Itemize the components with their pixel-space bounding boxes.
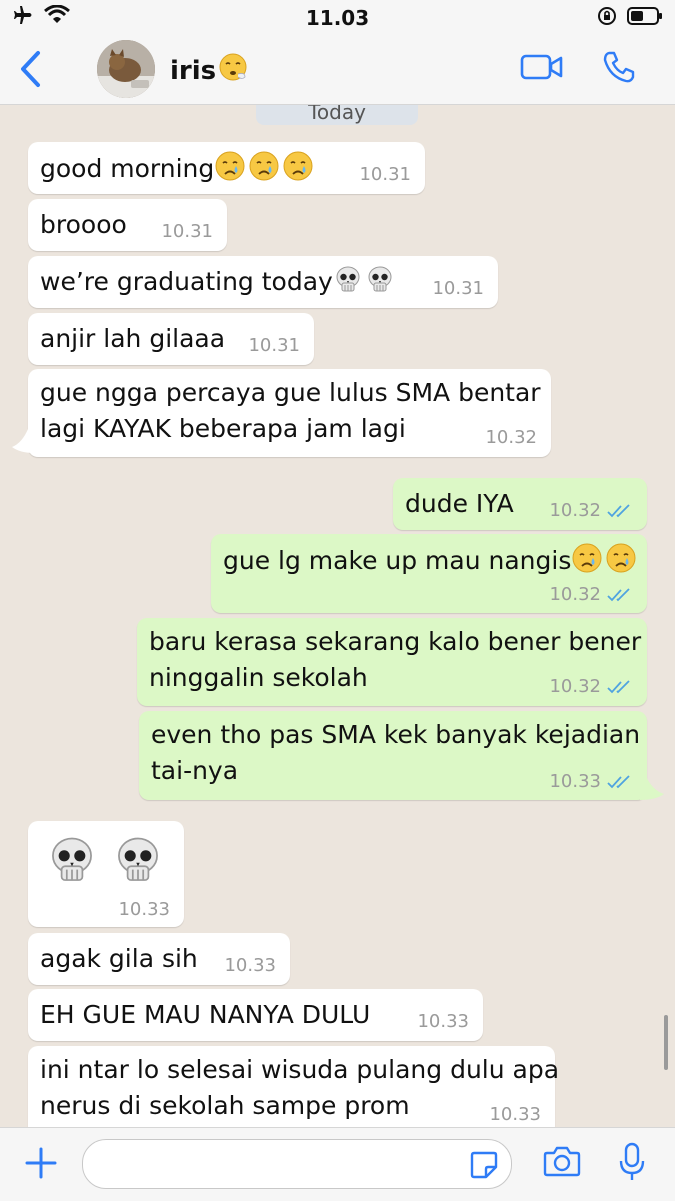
camera-icon[interactable]	[543, 1144, 581, 1182]
status-right	[597, 6, 663, 30]
message-text: we’re graduating today	[40, 267, 333, 296]
contact-name[interactable]: iris	[170, 52, 248, 89]
skull-emoji-icon	[333, 265, 363, 305]
message-time: 10.32	[549, 500, 601, 521]
read-receipt-icon	[607, 774, 633, 794]
message-incoming[interactable]: broooo 10.31	[28, 199, 227, 251]
read-receipt-icon	[607, 587, 633, 607]
message-incoming[interactable]: good morning 10.31	[28, 142, 425, 194]
message-incoming[interactable]: we’re graduating today 10.31	[28, 256, 498, 308]
message-time: 10.33	[224, 955, 276, 976]
message-time: 10.31	[248, 335, 300, 356]
message-incoming[interactable]: anjir lah gilaaa 10.31	[28, 313, 314, 365]
crying-face-emoji-icon	[214, 150, 246, 192]
avatar[interactable]	[97, 40, 155, 98]
status-bar: 11.03	[0, 0, 675, 34]
skull-emoji-icon	[365, 265, 395, 305]
sticker-icon[interactable]	[469, 1150, 499, 1184]
message-time: 10.33	[118, 899, 170, 920]
back-chevron-icon[interactable]	[18, 50, 42, 92]
message-outgoing[interactable]: even tho pas SMA kek banyak kejadian tai…	[139, 711, 647, 800]
message-outgoing[interactable]: gue lg make up mau nangis 10.32	[211, 534, 647, 613]
microphone-icon[interactable]	[618, 1142, 646, 1186]
message-time: 10.32	[549, 584, 601, 605]
composer-bar	[0, 1127, 675, 1201]
message-text: gue lg make up mau nangis	[223, 546, 572, 575]
face-with-steam-emoji-icon	[218, 52, 248, 89]
message-incoming[interactable]: ini ntar lo selesai wisuda pulang dulu a…	[28, 1046, 559, 1127]
message-text: anjir lah gilaaa	[40, 324, 226, 353]
message-text-line: tai-nya	[151, 756, 239, 785]
video-call-icon[interactable]	[520, 52, 564, 86]
message-text: dude IYA	[405, 489, 514, 518]
message-list[interactable]: Today good morning 10.31 broooo 10.31 we…	[0, 105, 675, 1127]
phone-call-icon[interactable]	[602, 50, 636, 88]
message-text: EH GUE MAU NANYA DULU	[40, 1000, 371, 1029]
message-time: 10.32	[485, 427, 537, 448]
crying-face-emoji-icon	[571, 542, 603, 584]
crying-face-emoji-icon	[248, 150, 280, 192]
orientation-lock-icon	[597, 6, 617, 30]
message-text-line: even tho pas SMA kek banyak kejadian	[151, 720, 641, 749]
date-label: Today	[256, 105, 418, 125]
status-time: 11.03	[305, 6, 370, 30]
read-receipt-icon	[607, 679, 633, 699]
message-outgoing[interactable]: baru kerasa sekarang kalo bener bener ni…	[137, 618, 647, 706]
bubble-tail	[640, 776, 664, 804]
contact-name-text: iris	[170, 55, 217, 86]
message-input[interactable]	[82, 1139, 512, 1189]
crying-face-emoji-icon	[282, 150, 314, 192]
skull-emoji-icon	[112, 835, 164, 891]
skull-emoji-icon	[46, 835, 98, 891]
message-incoming[interactable]: agak gila sih 10.33	[28, 933, 290, 985]
message-text-line: ninggalin sekolah	[149, 663, 368, 692]
message-time: 10.31	[432, 278, 484, 299]
message-text-line: gue ngga percaya gue lulus SMA bentar	[40, 378, 541, 407]
message-time: 10.33	[549, 771, 601, 792]
plus-icon[interactable]	[24, 1146, 58, 1184]
message-time: 10.31	[161, 221, 213, 242]
message-text-line: ini ntar lo selesai wisuda pulang dulu a…	[40, 1055, 560, 1084]
crying-face-emoji-icon	[605, 542, 637, 584]
message-incoming[interactable]: 10.33	[28, 821, 184, 927]
message-text-line: nerus di sekolah sampe prom	[40, 1091, 410, 1120]
message-incoming[interactable]: EH GUE MAU NANYA DULU 10.33	[28, 989, 483, 1041]
chat-header: iris	[0, 34, 675, 105]
bubble-tail	[12, 429, 34, 457]
message-time: 10.33	[417, 1011, 469, 1032]
message-outgoing[interactable]: dude IYA 10.32	[393, 478, 647, 530]
message-incoming[interactable]: gue ngga percaya gue lulus SMA bentar la…	[28, 369, 551, 457]
battery-icon	[627, 6, 663, 30]
message-time: 10.33	[489, 1104, 541, 1125]
message-text: good morning	[40, 154, 215, 183]
message-text-line: baru kerasa sekarang kalo bener bener	[149, 627, 642, 656]
scrollbar[interactable]	[664, 1015, 668, 1070]
message-time: 10.31	[359, 164, 411, 185]
message-text-line: lagi KAYAK beberapa jam lagi	[40, 414, 406, 443]
message-time: 10.32	[549, 676, 601, 697]
read-receipt-icon	[607, 503, 633, 523]
message-text: broooo	[40, 210, 127, 239]
message-text: agak gila sih	[40, 944, 198, 973]
